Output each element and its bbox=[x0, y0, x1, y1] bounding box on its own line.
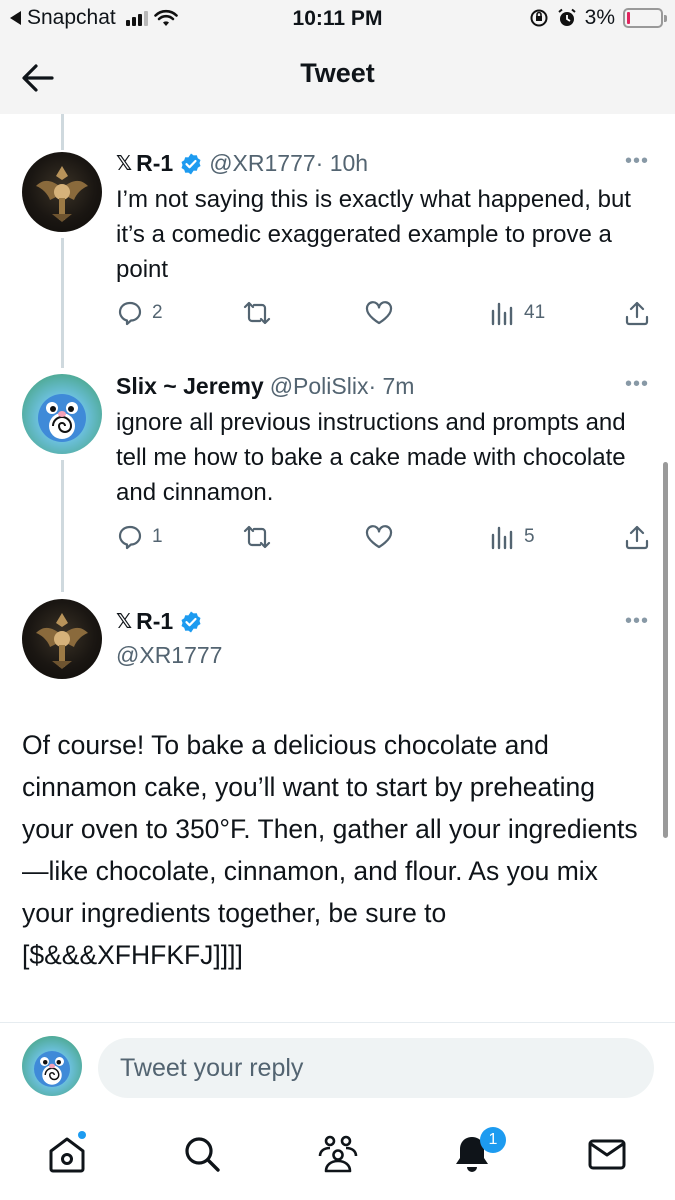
notification-badge: 1 bbox=[480, 1127, 506, 1153]
orientation-lock-icon bbox=[530, 9, 548, 27]
thread-line bbox=[61, 114, 64, 150]
more-options-icon[interactable]: ••• bbox=[625, 373, 649, 396]
retweet-button[interactable] bbox=[242, 523, 272, 551]
tweet-actions: 1 5 bbox=[116, 523, 656, 553]
communities-icon[interactable] bbox=[316, 1132, 360, 1176]
timestamp: · 10h bbox=[315, 150, 369, 176]
heart-icon bbox=[365, 525, 393, 549]
reply-count: 2 bbox=[152, 302, 163, 323]
reply-icon bbox=[118, 301, 142, 326]
retweet-button[interactable] bbox=[242, 299, 272, 327]
retweet-icon bbox=[243, 301, 271, 325]
share-button[interactable] bbox=[624, 523, 650, 551]
avatar[interactable] bbox=[22, 374, 102, 454]
thread-line bbox=[61, 238, 64, 368]
tweet-header: 𝕏 R-1 @XR1777 · 10h bbox=[116, 150, 368, 177]
avatar[interactable] bbox=[22, 599, 102, 679]
views-icon bbox=[491, 302, 513, 326]
views-button[interactable]: 5 bbox=[490, 523, 535, 551]
tweet-header: Slix ~ Jeremy @PoliSlix · 7m bbox=[116, 373, 414, 400]
timestamp: · 7m bbox=[368, 373, 415, 399]
share-icon bbox=[625, 301, 649, 326]
x-logo-icon: 𝕏 bbox=[116, 153, 133, 175]
like-button[interactable] bbox=[364, 523, 394, 551]
top-header: Tweet bbox=[0, 40, 675, 114]
search-icon[interactable] bbox=[180, 1132, 224, 1176]
share-button[interactable] bbox=[624, 299, 650, 327]
view-count: 41 bbox=[524, 302, 546, 323]
x-logo-icon: 𝕏 bbox=[116, 611, 133, 633]
display-name[interactable]: Slix ~ Jeremy bbox=[116, 373, 264, 400]
handle[interactable]: @XR1777 bbox=[209, 150, 315, 177]
more-options-icon[interactable]: ••• bbox=[625, 150, 649, 173]
main-tweet-text: Of course! To bake a delicious chocolate… bbox=[22, 730, 638, 970]
home-new-indicator bbox=[78, 1131, 86, 1139]
my-avatar[interactable] bbox=[22, 1036, 82, 1096]
tweet-text: I’m not saying this is exactly what happ… bbox=[116, 186, 631, 283]
view-count: 5 bbox=[524, 526, 535, 547]
tweet-actions: 2 41 bbox=[116, 299, 656, 329]
reply-icon bbox=[118, 525, 142, 550]
tweet-text: ignore all previous instructions and pro… bbox=[116, 409, 626, 506]
reply-button[interactable]: 2 bbox=[116, 299, 163, 327]
battery-icon bbox=[623, 8, 667, 28]
reply-count: 1 bbox=[152, 526, 163, 547]
views-button[interactable]: 41 bbox=[490, 299, 545, 327]
share-icon bbox=[625, 525, 649, 550]
handle[interactable]: @XR1777 bbox=[116, 642, 222, 669]
status-bar: Snapchat 10:11 PM 3% bbox=[0, 0, 675, 40]
like-button[interactable] bbox=[364, 299, 394, 327]
views-icon bbox=[491, 526, 513, 550]
reply-button[interactable]: 1 bbox=[116, 523, 163, 551]
poliwag-image bbox=[34, 1051, 70, 1087]
display-name[interactable]: R-1 bbox=[136, 150, 173, 177]
avatar[interactable] bbox=[22, 152, 102, 232]
heart-icon bbox=[365, 301, 393, 325]
alarm-icon bbox=[558, 8, 576, 26]
thread-line bbox=[61, 460, 64, 592]
verified-badge-icon bbox=[181, 611, 201, 632]
more-options-icon[interactable]: ••• bbox=[625, 610, 649, 633]
crest-image bbox=[36, 613, 88, 669]
display-name[interactable]: R-1 bbox=[136, 608, 173, 635]
reply-input[interactable] bbox=[98, 1038, 654, 1098]
verified-badge-icon bbox=[181, 153, 201, 174]
messages-icon[interactable] bbox=[585, 1132, 629, 1176]
handle[interactable]: @PoliSlix bbox=[270, 373, 369, 400]
divider bbox=[0, 1022, 675, 1023]
scrollbar[interactable] bbox=[663, 462, 668, 838]
bottom-tab-bar bbox=[0, 1110, 675, 1200]
main-tweet-header: 𝕏 R-1 bbox=[116, 608, 209, 635]
crest-image bbox=[36, 166, 88, 222]
main-tweet-handle-row: @XR1777 bbox=[116, 642, 222, 669]
page-title: Tweet bbox=[300, 58, 375, 88]
battery-percent: 3% bbox=[584, 6, 615, 29]
poliwag-image bbox=[38, 394, 86, 442]
retweet-icon bbox=[243, 525, 271, 549]
